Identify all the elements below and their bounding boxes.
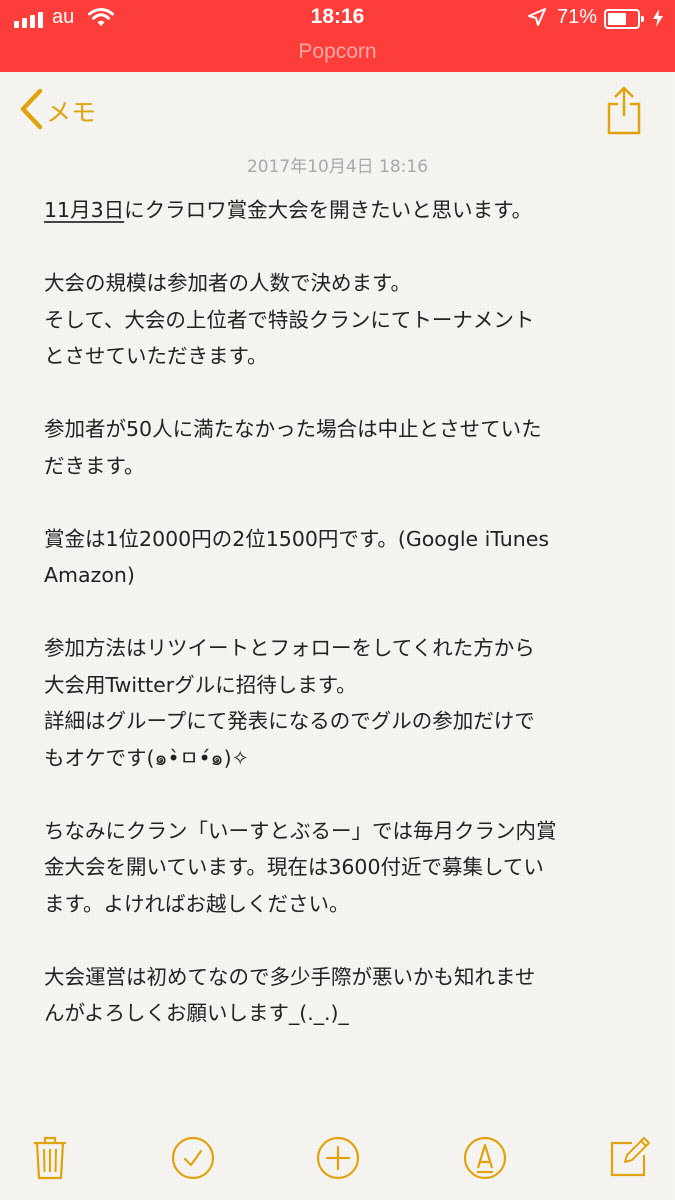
chevron-left-icon [18,88,44,134]
checklist-button[interactable] [169,1130,217,1190]
battery-percent: 71% [557,6,598,28]
back-button-label: メモ [46,98,97,127]
note-line [44,922,644,959]
compose-icon [608,1137,650,1183]
add-button[interactable] [314,1130,362,1190]
note-line [44,776,644,813]
location-arrow-icon [528,8,546,30]
note-body[interactable]: 11月3日にクラロワ賞金大会を開きたいと思います。大会の規模は参加者の人数で決め… [44,192,644,1032]
note-line: 大会の規模は参加者の人数で決めます。 [44,271,411,295]
note-line: 参加方法はリツイートとフォローをしてくれた方から [44,636,535,660]
note-line: ます。よければお越しください。 [44,891,350,916]
battery-level-fill [608,13,626,25]
note-line: 大会用Twitterグルに招待します。 [44,672,357,697]
share-button[interactable] [606,86,642,136]
compose-button[interactable] [605,1130,653,1190]
note-line [44,375,644,412]
battery-icon [604,9,644,29]
note-line [44,229,644,266]
note-line: だきます。 [44,453,145,478]
note-line: 大会運営は初めてなので多少手際が悪いかも知れませ [44,964,536,989]
note-line: 詳細はグループにて発表になるのでグルの参加だけで [44,709,535,733]
note-line: んがよろしくお願いします_(._.)_ [44,1001,349,1025]
trash-icon [33,1136,67,1184]
date-link[interactable]: 11月3日 [44,198,124,222]
status-bar: au 18:16 Popcorn 71% [0,0,675,72]
share-icon [606,86,642,140]
charging-bolt-icon [652,9,664,31]
note-line [44,594,644,631]
note-line: ちなみにクラン「いーすとぶるー」では毎月クラン内賞 [44,818,557,843]
checklist-icon [170,1135,216,1185]
note-line: 金大会を開いています。現在は3600付近で募集してい [44,855,544,879]
note-line [44,484,644,521]
note-line: Amazon) [44,563,135,587]
note-line: そして、大会の上位者で特設クランにてトーナメント [44,307,535,332]
status-subtitle: Popcorn [298,40,377,63]
note-line: とさせていただきます。 [44,344,268,368]
markup-icon [462,1135,508,1185]
note-date: 2017年10月4日 18:16 [246,157,429,177]
markup-button[interactable] [461,1130,509,1190]
add-icon [315,1135,361,1185]
back-button[interactable]: メモ [18,88,96,134]
note-line: 参加者が50人に満たなかった場合は中止とさせていた [44,417,542,441]
note-line: もオケです(๑•̀ㅁ•́๑)✧ [44,745,249,770]
bottom-toolbar [0,1130,675,1190]
note-line-text: にクラロワ賞金大会を開きたいと思います。 [124,198,533,222]
delete-button[interactable] [26,1130,74,1190]
note-line: 賞金は1位2000円の2位1500円です。(Google iTunes [44,526,550,551]
note-line: 11月3日にクラロワ賞金大会を開きたいと思います。 [44,192,644,229]
